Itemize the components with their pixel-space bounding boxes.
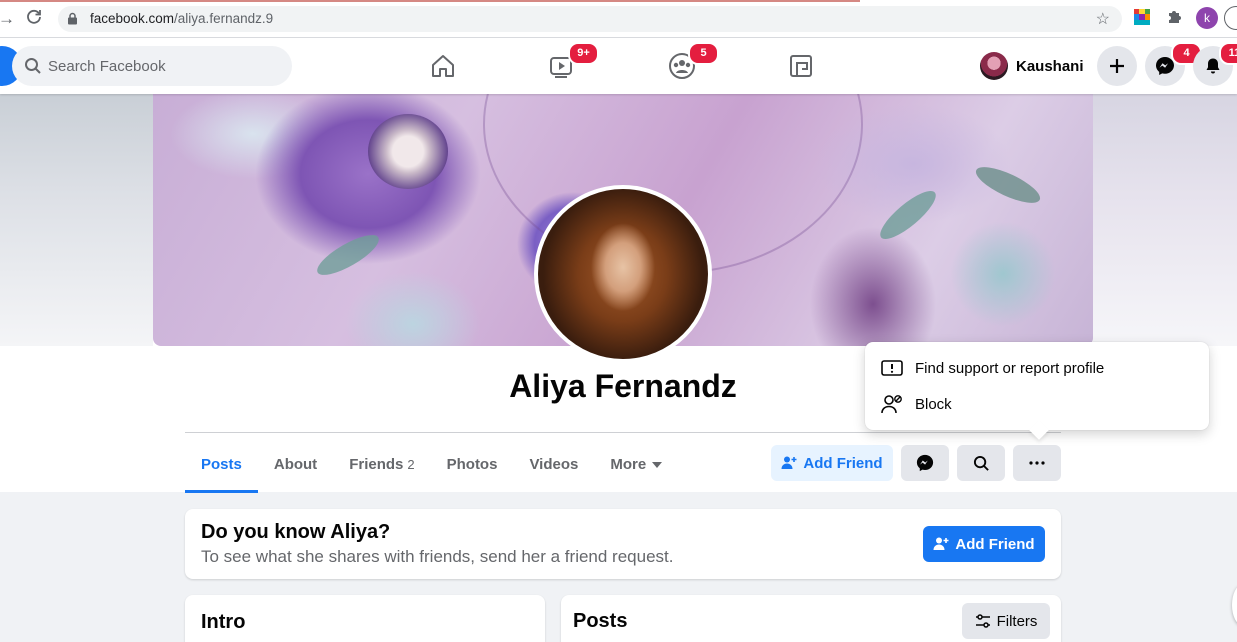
filters-icon bbox=[975, 614, 990, 628]
menu-item-report[interactable]: Find support or report profile bbox=[873, 350, 1201, 386]
tab-posts[interactable]: Posts bbox=[185, 436, 258, 493]
current-user-link[interactable]: Kaushani bbox=[980, 46, 1084, 86]
url-text: facebook.com/aliya.fernandz.9 bbox=[90, 11, 274, 26]
search-icon bbox=[973, 455, 989, 471]
ellipsis-icon bbox=[1029, 461, 1045, 465]
bookmark-star-icon[interactable]: ☆ bbox=[1096, 9, 1110, 29]
friends-count: 2 bbox=[407, 457, 415, 472]
report-icon bbox=[881, 360, 903, 376]
browser-profile-avatar[interactable]: k bbox=[1196, 7, 1218, 29]
leaf-shape bbox=[874, 184, 942, 246]
nav-watch[interactable]: 9+ bbox=[512, 38, 612, 94]
intro-card: Intro bbox=[185, 595, 545, 642]
posts-card: Posts Filters bbox=[561, 595, 1061, 642]
filters-button[interactable]: Filters bbox=[962, 603, 1050, 639]
puzzle-icon[interactable] bbox=[1166, 9, 1182, 30]
tab-videos[interactable]: Videos bbox=[513, 436, 594, 493]
block-user-icon bbox=[881, 395, 902, 414]
facebook-header: 9+ 5 Kaushani 4 11 bbox=[0, 38, 1237, 94]
current-user-name: Kaushani bbox=[1016, 57, 1084, 75]
floating-button-edge[interactable] bbox=[1232, 585, 1237, 625]
profile-photo bbox=[538, 189, 708, 359]
messenger-icon bbox=[916, 454, 934, 472]
card-subtitle: To see what she shares with friends, sen… bbox=[201, 547, 674, 566]
reload-icon[interactable] bbox=[26, 9, 42, 30]
loading-bar bbox=[0, 0, 860, 2]
create-button[interactable] bbox=[1097, 46, 1137, 86]
message-button[interactable] bbox=[901, 445, 949, 481]
add-friend-button[interactable]: Add Friend bbox=[771, 445, 893, 481]
posts-title: Posts bbox=[573, 610, 628, 632]
caret-down-icon bbox=[652, 461, 663, 468]
gaming-icon bbox=[790, 55, 812, 77]
nav-home[interactable] bbox=[393, 38, 493, 94]
avatar bbox=[980, 52, 1008, 80]
more-options-button[interactable] bbox=[1013, 445, 1061, 481]
tab-more[interactable]: More bbox=[594, 436, 678, 493]
home-icon bbox=[432, 55, 454, 77]
cover-blur-right bbox=[1093, 94, 1237, 346]
address-bar[interactable]: facebook.com/aliya.fernandz.9 ☆ bbox=[58, 6, 1122, 32]
tab-about[interactable]: About bbox=[258, 436, 333, 493]
add-friend-icon bbox=[933, 537, 949, 550]
add-friend-primary-button[interactable]: Add Friend bbox=[923, 526, 1045, 562]
notifications-button[interactable]: 11 bbox=[1193, 42, 1237, 86]
browser-toolbar: → facebook.com/aliya.fernandz.9 ☆ k bbox=[0, 0, 1237, 38]
profile-tabs: Posts About Friends 2 Photos Videos More bbox=[185, 436, 678, 493]
nav-gaming[interactable] bbox=[751, 38, 851, 94]
nav-groups[interactable]: 5 bbox=[632, 38, 732, 94]
leaf-shape bbox=[971, 160, 1045, 210]
search-box[interactable] bbox=[12, 46, 292, 86]
tab-photos[interactable]: Photos bbox=[431, 436, 514, 493]
tab-friends[interactable]: Friends 2 bbox=[333, 436, 430, 493]
browser-menu-edge[interactable] bbox=[1224, 6, 1237, 30]
search-profile-button[interactable] bbox=[957, 445, 1005, 481]
lock-icon bbox=[68, 12, 77, 25]
extension-icon[interactable] bbox=[1134, 9, 1150, 30]
search-icon bbox=[25, 58, 41, 74]
menu-item-block[interactable]: Block bbox=[873, 386, 1201, 422]
notifications-badge: 11 bbox=[1219, 42, 1237, 65]
friend-request-card: Do you know Aliya? To see what she share… bbox=[185, 509, 1061, 579]
search-input[interactable] bbox=[48, 46, 278, 86]
intro-title: Intro bbox=[201, 611, 246, 633]
card-title: Do you know Aliya? bbox=[201, 521, 391, 543]
leaf-shape bbox=[312, 227, 384, 283]
plus-icon bbox=[1110, 59, 1124, 73]
flower-center bbox=[368, 114, 448, 189]
cover-blur-left bbox=[0, 94, 153, 346]
more-options-menu: Find support or report profile Block bbox=[865, 342, 1209, 440]
groups-badge: 5 bbox=[688, 42, 719, 65]
divider bbox=[185, 432, 1061, 433]
add-friend-icon bbox=[781, 456, 797, 469]
messenger-button[interactable]: 4 bbox=[1145, 42, 1202, 86]
profile-picture[interactable] bbox=[534, 185, 712, 363]
watch-badge: 9+ bbox=[568, 42, 599, 65]
forward-icon[interactable]: → bbox=[0, 9, 15, 29]
